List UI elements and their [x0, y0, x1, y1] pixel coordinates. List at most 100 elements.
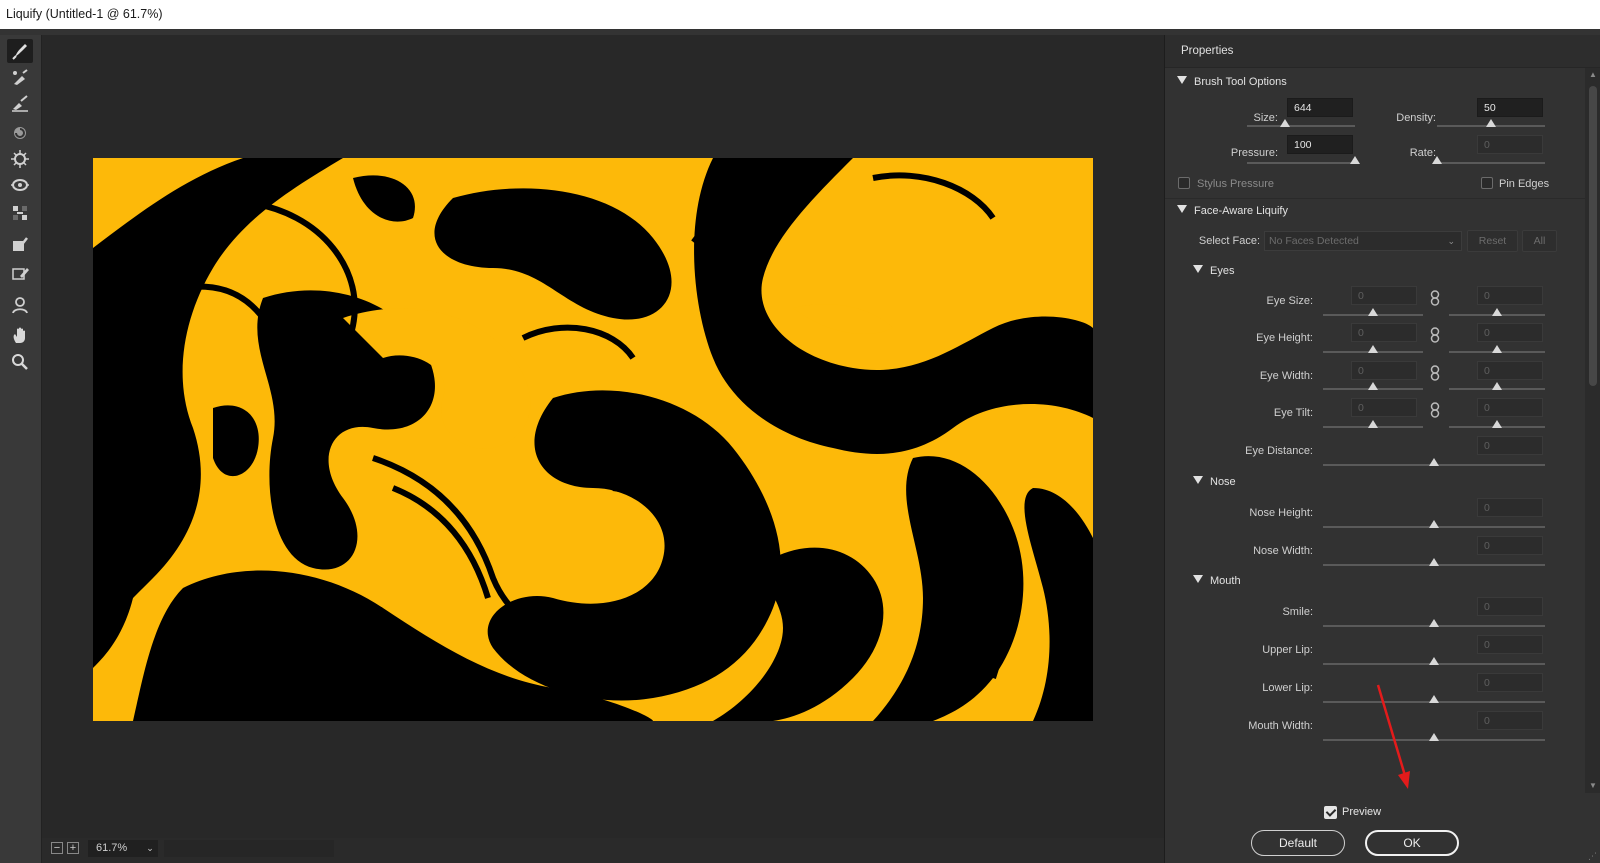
smile-field[interactable]: 0 — [1477, 597, 1543, 616]
density-field[interactable]: 50 — [1477, 98, 1543, 117]
slider-thumb[interactable] — [1368, 308, 1378, 316]
slider-thumb[interactable] — [1368, 420, 1378, 428]
nose-height-slider[interactable] — [1323, 520, 1545, 528]
link-icon[interactable] — [1430, 402, 1440, 418]
slider-thumb[interactable] — [1429, 733, 1439, 741]
properties-scroll-area[interactable]: Brush Tool Options Size: 644 Density: 50… — [1165, 68, 1585, 793]
eye-size-right-field[interactable]: 0 — [1477, 286, 1543, 305]
eye-tilt-right-field[interactable]: 0 — [1477, 398, 1543, 417]
slider-thumb[interactable] — [1368, 382, 1378, 390]
link-icon[interactable] — [1430, 365, 1440, 381]
eye-size-left-slider[interactable] — [1323, 308, 1423, 316]
link-icon[interactable] — [1430, 290, 1440, 306]
rate-field[interactable]: 0 — [1477, 135, 1543, 154]
freeze-mask-tool-icon[interactable] — [7, 233, 33, 257]
slider-thumb[interactable] — [1429, 520, 1439, 528]
smile-slider[interactable] — [1323, 619, 1545, 627]
rate-slider-thumb[interactable] — [1432, 156, 1442, 164]
eye-height-left-slider[interactable] — [1323, 345, 1423, 353]
scroll-up-icon[interactable]: ▲ — [1588, 70, 1598, 80]
eyes-header[interactable]: Eyes — [1193, 265, 1234, 277]
scroll-down-icon[interactable]: ▼ — [1588, 781, 1598, 791]
zoom-in-button[interactable]: + — [67, 842, 79, 854]
slider-thumb[interactable] — [1368, 345, 1378, 353]
eye-width-right-field[interactable]: 0 — [1477, 361, 1543, 380]
eye-size-right-slider[interactable] — [1449, 308, 1545, 316]
size-slider[interactable] — [1247, 119, 1355, 127]
upper-lip-slider[interactable] — [1323, 657, 1545, 665]
density-slider-thumb[interactable] — [1486, 119, 1496, 127]
brush-options-header[interactable]: Brush Tool Options — [1177, 76, 1287, 88]
face-aware-header[interactable]: Face-Aware Liquify — [1177, 205, 1288, 217]
select-face-value: No Faces Detected — [1269, 235, 1359, 247]
select-face-dropdown[interactable]: No Faces Detected ⌄ — [1264, 231, 1462, 251]
pucker-tool-icon[interactable] — [7, 147, 33, 171]
face-tool-icon[interactable] — [7, 293, 33, 317]
all-button[interactable]: All — [1522, 230, 1557, 252]
slider-thumb[interactable] — [1429, 657, 1439, 665]
preview-canvas-area[interactable] — [42, 35, 1164, 863]
eye-height-left-field[interactable]: 0 — [1351, 323, 1417, 342]
eye-width-right-slider[interactable] — [1449, 382, 1545, 390]
reset-button[interactable]: Reset — [1467, 230, 1518, 252]
liquified-artwork[interactable] — [93, 158, 1093, 721]
stylus-pressure-checkbox[interactable] — [1178, 177, 1190, 189]
slider-thumb[interactable] — [1492, 308, 1502, 316]
scrollbar-thumb[interactable] — [1589, 86, 1597, 386]
resize-grip-icon[interactable]: ⋰ — [1588, 851, 1598, 861]
zoom-out-button[interactable]: − — [51, 842, 63, 854]
zoom-tool-icon[interactable] — [7, 350, 33, 374]
slider-thumb[interactable] — [1429, 558, 1439, 566]
rate-slider[interactable] — [1432, 156, 1545, 164]
size-slider-thumb[interactable] — [1279, 119, 1290, 127]
eye-width-label: Eye Width: — [1259, 370, 1313, 382]
mouth-header[interactable]: Mouth — [1193, 575, 1241, 587]
eye-tilt-left-field[interactable]: 0 — [1351, 398, 1417, 417]
mouth-width-slider[interactable] — [1323, 733, 1545, 741]
eye-width-left-field[interactable]: 0 — [1351, 361, 1417, 380]
upper-lip-field[interactable]: 0 — [1477, 635, 1543, 654]
eye-distance-field[interactable]: 0 — [1477, 436, 1543, 455]
pressure-slider[interactable] — [1247, 156, 1360, 164]
ok-button[interactable]: OK — [1365, 830, 1459, 856]
lower-lip-slider[interactable] — [1323, 695, 1545, 703]
eye-tilt-left-slider[interactable] — [1323, 420, 1423, 428]
mouth-width-field[interactable]: 0 — [1477, 711, 1543, 730]
slider-thumb[interactable] — [1492, 382, 1502, 390]
smooth-tool-icon[interactable] — [7, 91, 33, 115]
bloat-tool-icon[interactable] — [7, 173, 33, 197]
eye-distance-slider[interactable] — [1323, 458, 1545, 466]
eye-tilt-right-slider[interactable] — [1449, 420, 1545, 428]
properties-scrollbar[interactable]: ▲ ▼ — [1585, 68, 1600, 793]
lower-lip-field[interactable]: 0 — [1477, 673, 1543, 692]
nose-header[interactable]: Nose — [1193, 476, 1236, 488]
chevron-down-icon[interactable]: ⌄ — [142, 840, 158, 857]
density-slider[interactable] — [1437, 119, 1545, 127]
pin-edges-checkbox[interactable] — [1481, 177, 1493, 189]
preview-checkbox[interactable] — [1324, 806, 1337, 819]
reconstruct-tool-icon[interactable] — [7, 65, 33, 89]
size-field[interactable]: 644 — [1287, 98, 1353, 117]
slider-thumb[interactable] — [1429, 695, 1439, 703]
slider-thumb[interactable] — [1492, 420, 1502, 428]
nose-height-field[interactable]: 0 — [1477, 498, 1543, 517]
thaw-mask-tool-icon[interactable] — [7, 261, 33, 285]
slider-thumb[interactable] — [1429, 458, 1439, 466]
push-left-tool-icon[interactable] — [7, 201, 33, 225]
pressure-field[interactable]: 100 — [1287, 135, 1353, 154]
eye-height-right-slider[interactable] — [1449, 345, 1545, 353]
eye-size-label: Eye Size: — [1266, 295, 1313, 307]
eye-size-left-field[interactable]: 0 — [1351, 286, 1417, 305]
slider-thumb[interactable] — [1429, 619, 1439, 627]
twirl-clockwise-tool-icon[interactable] — [7, 121, 33, 145]
nose-width-slider[interactable] — [1323, 558, 1545, 566]
forward-warp-tool-icon[interactable] — [7, 39, 33, 63]
nose-width-field[interactable]: 0 — [1477, 536, 1543, 555]
hand-tool-icon[interactable] — [7, 323, 33, 347]
eye-width-left-slider[interactable] — [1323, 382, 1423, 390]
slider-thumb[interactable] — [1492, 345, 1502, 353]
eye-tilt-label: Eye Tilt: — [1273, 407, 1313, 419]
eye-height-right-field[interactable]: 0 — [1477, 323, 1543, 342]
default-button[interactable]: Default — [1251, 830, 1345, 856]
link-icon[interactable] — [1430, 327, 1440, 343]
